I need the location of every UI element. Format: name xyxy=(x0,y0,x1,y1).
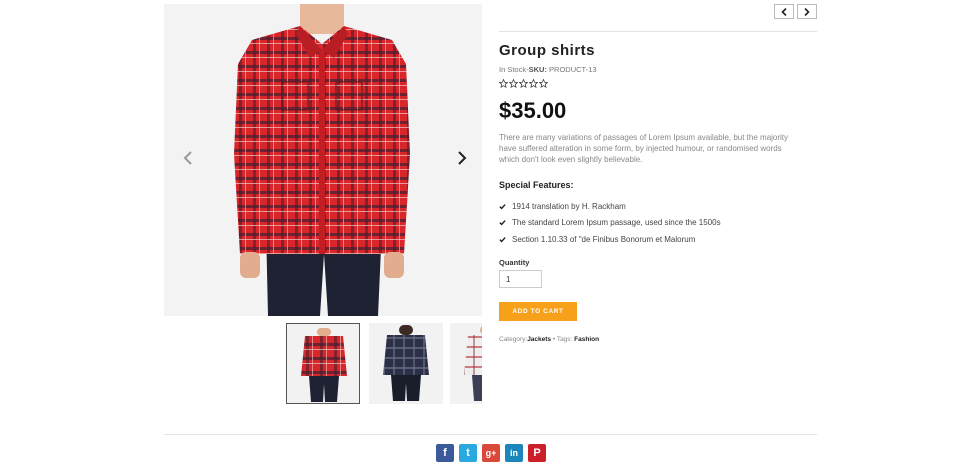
chevron-left-icon xyxy=(781,7,787,16)
star-outline-icon xyxy=(509,79,518,88)
next-product-button[interactable] xyxy=(797,4,817,19)
thumbnail-image xyxy=(301,328,347,402)
twitter-icon: t xyxy=(466,447,470,459)
image-prev-arrow[interactable] xyxy=(178,148,198,168)
check-icon xyxy=(499,236,506,243)
previous-product-button[interactable] xyxy=(774,4,794,19)
star-outline-icon xyxy=(499,79,508,88)
feature-text: 1914 translation by H. Rackham xyxy=(512,201,626,211)
features-list: 1914 translation by H. Rackham The stand… xyxy=(499,198,721,248)
star-outline-icon xyxy=(519,79,528,88)
plaid-shirt-photo xyxy=(234,4,410,316)
quantity-label: Quantity xyxy=(499,258,530,267)
category-label: Category: xyxy=(499,336,528,343)
chevron-right-icon xyxy=(804,7,810,16)
product-title: Group shirts xyxy=(499,42,596,59)
tag-link[interactable]: Fashion xyxy=(574,336,599,343)
stock-sku-line: In Stock-SKU: PRODUCT-13 xyxy=(499,65,597,74)
feature-text: Section 1.10.33 of "de Finibus Bonorum e… xyxy=(512,234,696,244)
thumbnail-image xyxy=(464,326,482,401)
thumbnail-strip xyxy=(286,323,482,405)
stock-status: In Stock xyxy=(499,65,527,74)
feature-text: The standard Lorem Ipsum passage, used s… xyxy=(512,218,721,228)
feature-item: 1914 translation by H. Rackham xyxy=(499,198,721,215)
check-icon xyxy=(499,220,506,226)
rating-stars xyxy=(499,79,548,88)
star-outline-icon xyxy=(529,79,538,88)
thumbnail-red-plaid-shirt[interactable] xyxy=(286,323,360,404)
linkedin-icon: in xyxy=(510,448,518,458)
features-title: Special Features: xyxy=(499,180,574,190)
chevron-right-icon xyxy=(458,151,467,165)
header-divider xyxy=(499,31,817,32)
footer-divider xyxy=(164,434,817,435)
add-to-cart-button[interactable]: ADD TO CART xyxy=(499,302,577,321)
facebook-icon: f xyxy=(443,447,447,459)
facebook-share-button[interactable]: f xyxy=(436,444,454,462)
googleplus-icon: g+ xyxy=(485,448,497,458)
star-outline-icon xyxy=(539,79,548,88)
tags-label: • Tags: xyxy=(551,336,575,343)
chevron-left-icon xyxy=(183,151,192,165)
twitter-share-button[interactable]: t xyxy=(459,444,477,462)
feature-item: The standard Lorem Ipsum passage, used s… xyxy=(499,215,721,232)
pinterest-share-button[interactable]: P xyxy=(528,444,546,462)
social-share-bar: f t g+ in P xyxy=(436,444,546,462)
main-product-image xyxy=(164,4,482,316)
product-meta: Category:Jackets • Tags: Fashion xyxy=(499,336,599,343)
quantity-input[interactable] xyxy=(499,270,542,288)
pinterest-icon: P xyxy=(533,447,541,459)
thumbnail-white-red-plaid-shirt[interactable] xyxy=(450,323,482,404)
thumbnail-image xyxy=(383,325,429,401)
googleplus-share-button[interactable]: g+ xyxy=(482,444,500,462)
thumbnail-navy-plaid-shirt[interactable] xyxy=(369,323,443,404)
feature-item: Section 1.10.33 of "de Finibus Bonorum e… xyxy=(499,231,721,248)
category-link[interactable]: Jackets xyxy=(527,336,551,343)
image-next-arrow[interactable] xyxy=(452,148,472,168)
sku-value: PRODUCT-13 xyxy=(549,65,597,74)
sku-label: SKU: xyxy=(528,65,547,74)
check-icon xyxy=(499,203,506,210)
product-description: There are many variations of passages of… xyxy=(499,133,789,164)
product-price: $35.00 xyxy=(499,98,567,123)
linkedin-share-button[interactable]: in xyxy=(505,444,523,462)
